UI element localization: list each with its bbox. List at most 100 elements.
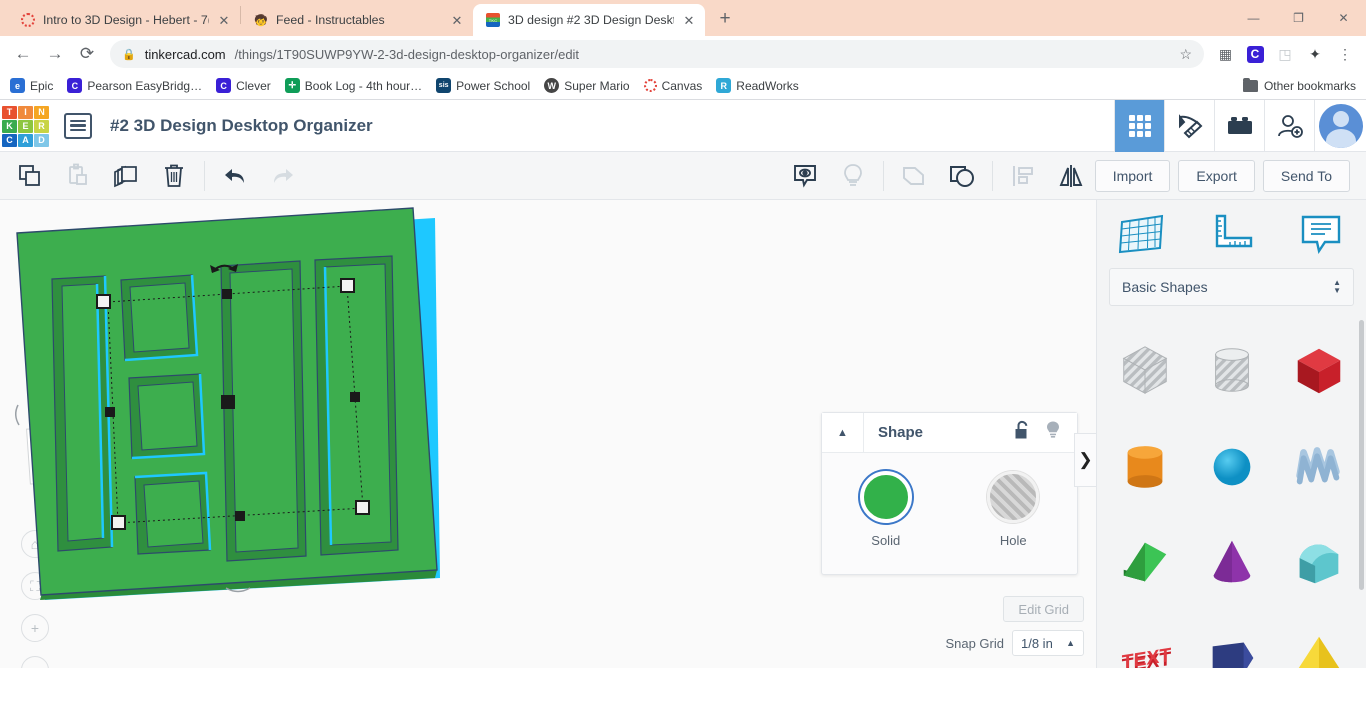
project-list-icon[interactable] [64,112,92,139]
tab-close-button[interactable]: ✕ [681,14,697,27]
note-icon[interactable] [1284,207,1358,261]
bookmark-book-log[interactable]: ✛ Book Log - 4th hour… [284,78,422,93]
3d-canvas[interactable]: TOP ⌂ ⛶ + − ◈ [0,200,1096,668]
logo-tile-r: R [34,119,49,133]
shape-category-select[interactable]: Basic Shapes ▲ ▼ [1109,268,1354,307]
grid-view-icon[interactable] [1114,99,1164,152]
show-hide-eye-icon[interactable] [781,156,829,196]
tab-close-button[interactable]: ✕ [449,14,465,27]
solid-color-swatch[interactable] [859,471,912,523]
lightbulb-icon[interactable] [1045,420,1061,445]
logo-tile-k: K [2,119,17,133]
bookmark-readworks[interactable]: R ReadWorks [716,78,799,93]
edit-grid-button[interactable]: Edit Grid [1003,596,1084,622]
codeblocks-pickaxe-icon[interactable] [1164,99,1214,152]
header-actions [1114,99,1366,152]
extension-grey-icon[interactable]: ◳ [1272,41,1298,67]
logo-tile-t: T [2,105,17,119]
blocks-brick-icon[interactable] [1214,99,1264,152]
puzzle-extensions-icon[interactable]: ✦ [1302,41,1328,67]
invite-person-icon[interactable] [1264,99,1314,152]
hole-option[interactable]: Hole [963,471,1063,548]
shape-item-cylinder-hole[interactable] [1188,322,1275,418]
shape-item-box-hole[interactable] [1101,322,1188,418]
shape-item-cone[interactable] [1188,514,1275,610]
bookmark-power-school[interactable]: sis Power School [436,78,530,93]
shape-item-wedge[interactable] [1101,514,1188,610]
bookmark-label: ReadWorks [736,78,799,93]
sidebar-scrollbar[interactable] [1359,320,1364,591]
user-avatar-button[interactable] [1314,99,1366,152]
qr-code-icon[interactable]: ▦ [1212,41,1238,67]
undo-icon[interactable] [211,156,259,196]
import-button[interactable]: Import [1094,159,1171,192]
unlock-icon[interactable] [1014,420,1031,445]
redo-icon[interactable] [259,156,307,196]
extension-icons: ▦ C ◳ ✦ ⋮ [1212,41,1358,67]
tab-title: Feed - Instructables [276,13,385,27]
reload-icon[interactable]: ⟳ [72,39,102,69]
delete-trash-icon[interactable] [150,156,198,196]
bookmark-star-icon[interactable]: ☆ [1179,46,1192,63]
window-maximize-button[interactable]: ❐ [1276,1,1321,35]
solid-option[interactable]: Solid [836,471,936,548]
shape-panel-body: Solid Hole [822,453,1077,574]
export-button[interactable]: Export [1178,159,1255,192]
shape-item-text[interactable]: TEXT TEXT [1101,610,1188,668]
workplane-icon[interactable] [1105,207,1179,261]
browser-toolbar: ← → ⟳ 🔒 tinkercad.com/things/1T90SUWP9YW… [0,36,1366,72]
readworks-icon: R [716,78,732,93]
shape-item-pyramid[interactable] [1275,610,1362,668]
bookmark-super-mario[interactable]: W Super Mario [544,78,630,93]
shapes-sidebar: Basic Shapes ▲ ▼ TEXT TEXT [1096,200,1366,668]
paste-icon[interactable] [54,156,102,196]
book-log-icon: ✛ [284,78,300,93]
group-shapes-icon[interactable] [890,156,938,196]
bookmark-epic[interactable]: e Epic [10,78,53,93]
clever-extension-icon[interactable]: C [1242,41,1268,67]
window-minimize-button[interactable]: — [1231,1,1276,35]
other-bookmarks-button[interactable]: Other bookmarks [1242,77,1356,93]
toolbar-divider [882,160,884,191]
bookmark-clever[interactable]: C Clever [216,78,271,93]
tinkercad-logo[interactable]: T I N K E R C A D [2,105,50,147]
window-controls: — ❐ ✕ [1231,0,1366,36]
shape-item-sphere[interactable] [1188,418,1275,514]
bookmark-canvas[interactable]: Canvas [643,79,702,93]
mirror-flip-icon[interactable] [1047,156,1095,196]
shape-properties-panel: ▲ Shape Solid Hole [821,412,1078,575]
hole-swatch[interactable] [987,471,1040,523]
avatar [1318,103,1363,148]
browser-tab-1[interactable]: 🧒 Feed - Instructables ✕ [241,4,473,36]
align-icon[interactable] [999,156,1047,196]
forward-icon[interactable]: → [40,39,70,69]
shape-item-scribble[interactable] [1275,418,1362,514]
ungroup-shapes-icon[interactable] [938,156,986,196]
back-icon[interactable]: ← [8,39,38,69]
folder-icon [1242,77,1258,92]
snap-grid-select[interactable]: 1/8 in ▲ [1012,630,1084,656]
browser-tab-2[interactable]: TKC 3D design #2 3D Design Desktop ✕ [473,4,705,36]
sidebar-toggle-button[interactable]: ❯ [1074,433,1096,487]
shape-item-cylinder[interactable] [1101,418,1188,514]
duplicate-icon[interactable] [102,156,150,196]
bookmark-pearson[interactable]: C Pearson EasyBridg… [67,78,202,93]
svg-text:TEXT: TEXT [1121,644,1170,668]
chrome-menu-icon[interactable]: ⋮ [1332,41,1358,67]
lightbulb-hint-icon[interactable] [829,156,877,196]
shape-item-paraboloid[interactable] [1188,610,1275,668]
tinkercad-app: T I N K E R C A D #2 3D Design Desktop O… [0,99,1366,668]
snap-grid-label: Snap Grid [945,635,1004,651]
collapse-panel-icon[interactable]: ▲ [822,412,864,453]
address-bar[interactable]: 🔒 tinkercad.com/things/1T90SUWP9YW-2-3d-… [110,40,1204,68]
ruler-icon[interactable] [1194,207,1268,261]
browser-tab-0[interactable]: Intro to 3D Design - Hebert - 7(A) ✕ [8,4,240,36]
shape-item-box[interactable] [1275,322,1362,418]
tab-close-button[interactable]: ✕ [216,14,232,27]
new-tab-button[interactable]: + [711,5,739,33]
copy-icon[interactable] [6,156,54,196]
send-to-button[interactable]: Send To [1262,159,1350,192]
window-close-button[interactable]: ✕ [1321,1,1366,35]
toolbar-divider [204,160,205,191]
shape-item-roof[interactable] [1275,514,1362,610]
